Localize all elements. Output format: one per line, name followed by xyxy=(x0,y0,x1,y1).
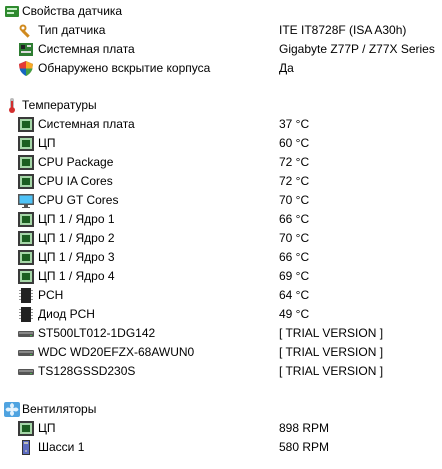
row-label: CPU GT Cores xyxy=(38,193,119,207)
fan-icon xyxy=(4,402,20,417)
chip-icon xyxy=(18,117,34,132)
temp-row-cpu-package[interactable]: CPU Package 72 °C xyxy=(0,153,442,172)
chip-icon xyxy=(18,174,34,189)
row-value: 70 °C xyxy=(279,231,310,245)
row-label: PCH xyxy=(38,288,64,302)
row-value: ITE IT8728F (ISA A30h) xyxy=(279,23,407,37)
row-label: ЦП 1 / Ядро 4 xyxy=(38,269,115,283)
thermometer-icon xyxy=(4,98,20,113)
row-label: TS128GSSD230S xyxy=(38,364,136,378)
row-label: Диод PCH xyxy=(38,307,95,321)
row-label: Обнаружено вскрытие корпуса xyxy=(38,61,211,75)
row-value: 49 °C xyxy=(279,307,310,321)
temp-row-motherboard[interactable]: Системная плата 37 °C xyxy=(0,115,442,134)
temp-row-core-4[interactable]: ЦП 1 / Ядро 4 69 °C xyxy=(0,267,442,286)
row-label: Системная плата xyxy=(38,117,135,131)
temp-row-cpu-ia-cores[interactable]: CPU IA Cores 72 °C xyxy=(0,172,442,191)
row-value: 580 RPM xyxy=(279,440,330,454)
temp-row-pch[interactable]: PCH 64 °C xyxy=(0,286,442,305)
chip-icon xyxy=(18,136,34,151)
motherboard-row[interactable]: Системная плата Gigabyte Z77P / Z77X Ser… xyxy=(0,40,442,59)
temp-row-cpu-gt-cores[interactable]: CPU GT Cores 70 °C xyxy=(0,191,442,210)
row-label: Тип датчика xyxy=(38,23,106,37)
hard-drive-icon xyxy=(18,364,34,379)
temp-row-disk-3[interactable]: TS128GSSD230S [ TRIAL VERSION ] xyxy=(0,362,442,381)
section-fans[interactable]: Вентиляторы xyxy=(0,400,442,419)
row-label: ЦП xyxy=(38,136,56,150)
chassis-intrusion-row[interactable]: Обнаружено вскрытие корпуса Да xyxy=(0,59,442,78)
section-title: Свойства датчика xyxy=(22,4,123,18)
sensor-type-row[interactable]: Тип датчика ITE IT8728F (ISA A30h) xyxy=(0,21,442,40)
row-value: 69 °C xyxy=(279,269,310,283)
row-value: [ TRIAL VERSION ] xyxy=(279,345,384,359)
pch-chip-icon xyxy=(18,307,34,322)
row-label: ЦП xyxy=(38,421,56,435)
row-label: ЦП 1 / Ядро 3 xyxy=(38,250,115,264)
chip-icon xyxy=(18,421,34,436)
row-label: ЦП 1 / Ядро 1 xyxy=(38,212,115,226)
chip-icon xyxy=(18,155,34,170)
row-value: 72 °C xyxy=(279,174,310,188)
row-value: 66 °C xyxy=(279,212,310,226)
row-value: 37 °C xyxy=(279,117,310,131)
temp-row-cpu[interactable]: ЦП 60 °C xyxy=(0,134,442,153)
temp-row-core-1[interactable]: ЦП 1 / Ядро 1 66 °C xyxy=(0,210,442,229)
fan-row-chassis-1[interactable]: Шасси 1 580 RPM xyxy=(0,438,442,457)
pch-chip-icon xyxy=(18,288,34,303)
row-value: [ TRIAL VERSION ] xyxy=(279,326,384,340)
motherboard-icon xyxy=(18,42,34,57)
chip-icon xyxy=(18,250,34,265)
chip-icon xyxy=(18,212,34,227)
section-sensor-properties[interactable]: Свойства датчика xyxy=(0,2,442,21)
row-value: 66 °C xyxy=(279,250,310,264)
monitor-icon xyxy=(18,193,34,208)
chip-icon xyxy=(18,269,34,284)
row-value: [ TRIAL VERSION ] xyxy=(279,364,384,378)
row-value: 70 °C xyxy=(279,193,310,207)
row-label: CPU IA Cores xyxy=(38,174,113,188)
row-value: 60 °C xyxy=(279,136,310,150)
fan-row-cpu[interactable]: ЦП 898 RPM xyxy=(0,419,442,438)
row-label: CPU Package xyxy=(38,155,114,169)
shield-icon xyxy=(18,61,34,76)
temp-row-core-3[interactable]: ЦП 1 / Ядро 3 66 °C xyxy=(0,248,442,267)
row-label: WDC WD20EFZX-68AWUN0 xyxy=(38,345,195,359)
row-value: 72 °C xyxy=(279,155,310,169)
row-label: ЦП 1 / Ядро 2 xyxy=(38,231,115,245)
chip-icon xyxy=(18,231,34,246)
temp-row-pch-diode[interactable]: Диод PCH 49 °C xyxy=(0,305,442,324)
row-label: Шасси 1 xyxy=(38,440,85,454)
hard-drive-icon xyxy=(18,326,34,341)
section-title: Температуры xyxy=(22,98,97,112)
temp-row-disk-1[interactable]: ST500LT012-1DG142 [ TRIAL VERSION ] xyxy=(0,324,442,343)
row-value: Да xyxy=(279,61,294,75)
section-title: Вентиляторы xyxy=(22,402,97,416)
row-value: 64 °C xyxy=(279,288,310,302)
temp-row-core-2[interactable]: ЦП 1 / Ядро 2 70 °C xyxy=(0,229,442,248)
case-icon xyxy=(18,440,34,455)
row-value: Gigabyte Z77P / Z77X Series xyxy=(279,42,435,56)
hard-drive-icon xyxy=(18,345,34,360)
row-label: Системная плата xyxy=(38,42,135,56)
sensor-properties-icon xyxy=(4,4,20,19)
section-temperatures[interactable]: Температуры xyxy=(0,96,442,115)
temp-row-disk-2[interactable]: WDC WD20EFZX-68AWUN0 [ TRIAL VERSION ] xyxy=(0,343,442,362)
wrench-icon xyxy=(18,23,34,38)
row-label: ST500LT012-1DG142 xyxy=(38,326,156,340)
row-value: 898 RPM xyxy=(279,421,330,435)
